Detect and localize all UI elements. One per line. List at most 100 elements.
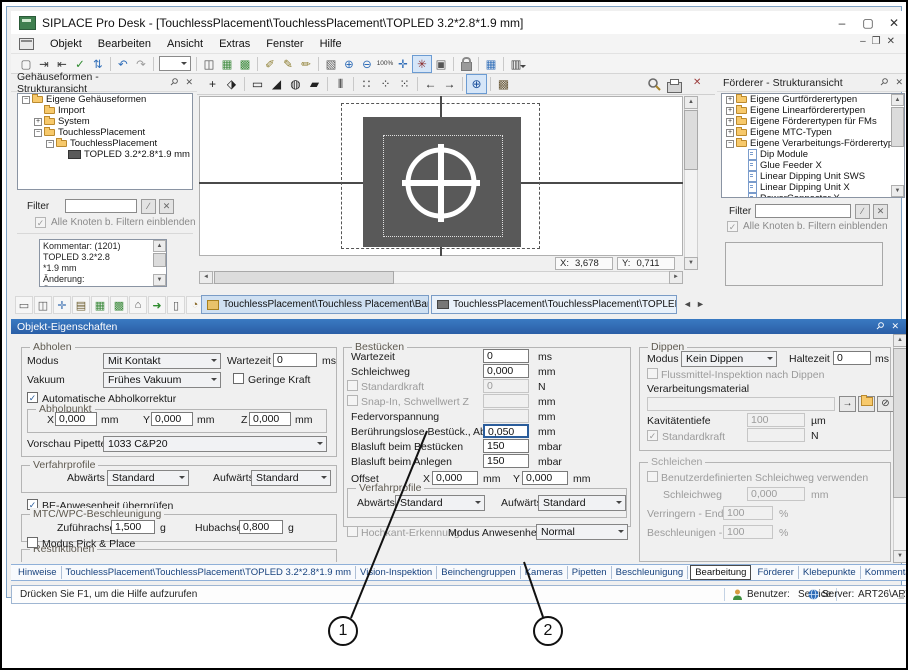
menu-item-hilfe[interactable]: Hilfe [312, 36, 350, 52]
tab-scroll-left-icon[interactable]: ◄ [683, 299, 692, 309]
aufwaerts-select[interactable]: Standard [538, 495, 626, 511]
cylinder-icon[interactable]: ◍ [286, 75, 305, 93]
property-tab[interactable]: Beinchengruppen [437, 566, 520, 579]
lock-icon[interactable] [457, 56, 475, 72]
menu-item-fenster[interactable]: Fenster [258, 36, 311, 52]
property-tab[interactable]: Hinweise [14, 566, 62, 579]
selection-combo[interactable] [159, 56, 191, 71]
show-all-nodes-checkbox[interactable]: ✓ [727, 221, 738, 232]
new-document-icon[interactable]: ▢ [17, 56, 35, 72]
mdi-window-controls[interactable]: –❐✕ [860, 36, 901, 47]
scroll-left-button[interactable]: ◄ [199, 271, 213, 284]
scroll-down-button[interactable]: ▼ [891, 185, 904, 197]
pick-place-checkbox[interactable] [27, 537, 38, 548]
validate-icon[interactable]: ✓ [71, 56, 89, 72]
refresh-icon[interactable]: ⇅ [89, 56, 107, 72]
blasluft-anlegen-input[interactable]: 150 [483, 454, 529, 468]
scroll-down-button[interactable]: ▼ [153, 274, 166, 286]
clipboard-icon[interactable]: ▤ [72, 296, 90, 314]
zufuehrachse-input[interactable]: 1,500 [111, 520, 155, 534]
export-icon[interactable]: ⇤ [53, 56, 71, 72]
abholkorrektur-checkbox[interactable]: ✓ [27, 392, 38, 403]
hochkant-checkbox[interactable] [347, 526, 358, 537]
scroll-thumb[interactable] [893, 348, 907, 498]
window-layout-icon[interactable]: ◫ [200, 56, 218, 72]
menu-item-bearbeiten[interactable]: Bearbeiten [90, 36, 159, 52]
import-icon[interactable]: ⇥ [35, 56, 53, 72]
apply-filter-button[interactable]: ∕ [855, 204, 870, 219]
board-alt-icon[interactable]: ▩ [110, 296, 128, 314]
grid-medium-icon[interactable]: ⁘ [376, 75, 395, 93]
tree-item[interactable]: Linear Dipping Unit X [722, 182, 904, 193]
shape-tool-icon[interactable]: ⬗ [222, 75, 241, 93]
grid-dense-icon[interactable]: ⁙ [395, 75, 414, 93]
assign-material-button[interactable]: → [839, 396, 856, 412]
scroll-up-button[interactable]: ▲ [153, 240, 166, 252]
property-tab[interactable]: Klebepunkte [799, 566, 861, 579]
undo-icon[interactable]: ↶ [114, 56, 132, 72]
tree-item[interactable]: +Eigene Förderertypen für FMs [722, 116, 904, 127]
pin-icon[interactable]: ⚲ [877, 76, 890, 89]
board-icon[interactable]: ▦ [91, 296, 109, 314]
abholpunkt-z-input[interactable]: 0,000 [249, 412, 291, 426]
property-tab[interactable]: Vision-Inspektion [356, 566, 437, 579]
tree-item[interactable]: Linear Dipping Unit SWS [722, 171, 904, 182]
vakuum-select[interactable]: Frühes Vakuum [103, 372, 221, 388]
abholpunkt-x-input[interactable]: 0,000 [55, 412, 97, 426]
property-tab-active[interactable]: Bearbeitung [690, 565, 751, 580]
table-icon[interactable]: ▦ [482, 56, 500, 72]
center-cross-icon[interactable]: ✛ [53, 296, 71, 314]
close-button[interactable]: ✕ [881, 16, 907, 30]
columns-icon[interactable]: ▥ [507, 56, 525, 72]
property-tab[interactable]: Beschleunigung [612, 566, 689, 579]
clear-material-button[interactable]: ⊘ [877, 396, 894, 412]
bestuecken-wartezeit-input[interactable]: 0 [483, 349, 529, 363]
search-icon[interactable] [647, 77, 661, 96]
tree-item[interactable]: +Eigene Linearförderertypen [722, 105, 904, 116]
scroll-up-button[interactable]: ▲ [891, 94, 904, 106]
machine-icon[interactable]: ⌂ [129, 296, 147, 314]
textured-box-icon[interactable]: ▩ [494, 75, 513, 93]
offset-x-input[interactable]: 0,000 [432, 471, 478, 485]
scroll-thumb[interactable] [153, 253, 166, 267]
property-tab[interactable]: Kommentare & Verknüpfungen [861, 566, 908, 579]
tree-expander-icon[interactable]: + [726, 129, 734, 137]
dippen-standardkraft-checkbox[interactable]: ✓ [647, 430, 658, 441]
frame-icon[interactable]: ▣ [432, 56, 450, 72]
scroll-up-button[interactable]: ▲ [684, 96, 698, 109]
scroll-down-button[interactable]: ▼ [893, 550, 907, 563]
tree-item[interactable]: −TouchlessPlacement [18, 138, 192, 149]
machine-view-icon[interactable]: ▦ [218, 56, 236, 72]
open-material-button[interactable] [858, 396, 875, 412]
clear-filter-button[interactable]: ✕ [873, 204, 888, 219]
anwesenheit-select[interactable]: Normal [536, 524, 628, 540]
filter-input[interactable] [65, 199, 137, 213]
scroll-down-button[interactable]: ▼ [684, 257, 698, 270]
export-board-icon[interactable]: ➜ [148, 296, 166, 314]
beruehrungslos-abstand-input[interactable]: 0,050 [483, 424, 529, 438]
property-tab[interactable]: Pipetten [568, 566, 612, 579]
vorschau-pipette-select[interactable]: 1033 C&P20 [103, 436, 327, 452]
clear-filter-button[interactable]: ✕ [159, 199, 174, 214]
schleichweg-input[interactable]: 0,000 [483, 364, 529, 378]
tree-expander-icon[interactable]: − [22, 96, 30, 104]
mdi-document-icon[interactable] [19, 38, 34, 50]
scroll-thumb[interactable] [684, 110, 698, 170]
prev-icon[interactable]: ← [421, 75, 440, 93]
abwaerts-select[interactable]: Standard [107, 470, 189, 486]
select-area-icon[interactable]: ▧ [322, 56, 340, 72]
zoom-100-icon[interactable]: 100% [376, 56, 394, 72]
blasluft-bestuecken-input[interactable]: 150 [483, 439, 529, 453]
document-tab-gridboard[interactable]: TouchlessPlacement\Touchless Placement\B… [201, 295, 429, 314]
scroll-thumb[interactable] [214, 271, 394, 284]
maximize-button[interactable]: ▢ [855, 16, 881, 30]
tree-expander-icon[interactable]: + [726, 107, 734, 115]
tree-item[interactable]: Glue Feeder X [722, 160, 904, 171]
standardkraft-checkbox[interactable] [347, 380, 358, 391]
abholpunkt-y-input[interactable]: 0,000 [151, 412, 193, 426]
document-tab-topled[interactable]: TouchlessPlacement\TouchlessPlacement\TO… [431, 295, 677, 314]
outline-rect-icon[interactable]: ▭ [248, 75, 267, 93]
barcode-icon[interactable]: ⦀ [331, 75, 350, 93]
filter-input[interactable] [755, 204, 851, 218]
menu-item-ansicht[interactable]: Ansicht [159, 36, 211, 52]
